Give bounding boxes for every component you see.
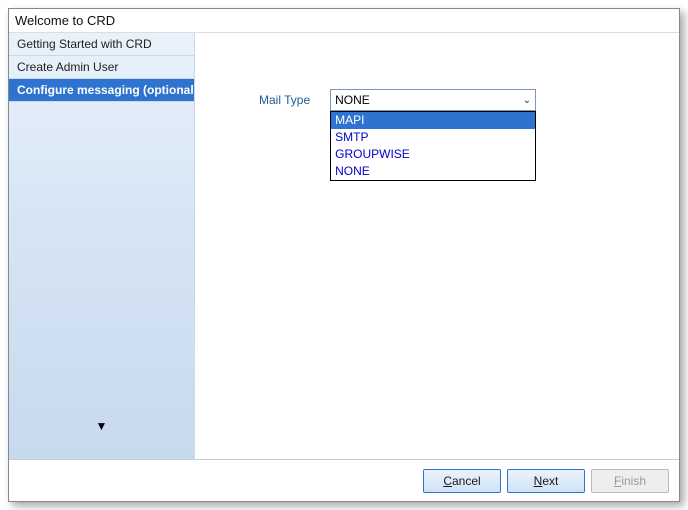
body: Getting Started with CRD Create Admin Us…	[9, 33, 679, 459]
sidebar-item-getting-started[interactable]: Getting Started with CRD	[9, 33, 194, 56]
cancel-label-rest: ancel	[452, 474, 481, 488]
sidebar-item-create-admin-user[interactable]: Create Admin User	[9, 56, 194, 79]
mail-type-option[interactable]: NONE	[331, 163, 535, 180]
sidebar-expand-icon[interactable]: ▼	[96, 419, 108, 433]
sidebar: Getting Started with CRD Create Admin Us…	[9, 33, 195, 459]
main-panel: Mail Type NONE ⌄ MAPI SMTP GROUPWISE NON…	[195, 33, 679, 459]
mail-type-label: Mail Type	[259, 93, 310, 107]
mail-type-dropdown: MAPI SMTP GROUPWISE NONE	[330, 111, 536, 181]
footer: Cancel Next Finish	[9, 459, 679, 501]
mail-type-option[interactable]: GROUPWISE	[331, 146, 535, 163]
mail-type-combo-wrap: NONE ⌄ MAPI SMTP GROUPWISE NONE	[330, 89, 536, 111]
sidebar-item-label: Configure messaging (optional)	[17, 83, 194, 97]
next-button[interactable]: Next	[507, 469, 585, 493]
next-label-rest: ext	[542, 474, 558, 488]
finish-button: Finish	[591, 469, 669, 493]
mail-type-option[interactable]: SMTP	[331, 129, 535, 146]
title-bar: Welcome to CRD	[9, 9, 679, 33]
cancel-button[interactable]: Cancel	[423, 469, 501, 493]
mail-type-combobox[interactable]: NONE ⌄	[330, 89, 536, 111]
sidebar-item-configure-messaging[interactable]: Configure messaging (optional)	[9, 79, 194, 102]
window-title: Welcome to CRD	[15, 13, 115, 28]
mail-type-option[interactable]: MAPI	[331, 112, 535, 129]
finish-label-rest: inish	[621, 474, 646, 488]
sidebar-item-label: Getting Started with CRD	[17, 37, 152, 51]
sidebar-item-label: Create Admin User	[17, 60, 118, 74]
wizard-window: Welcome to CRD Getting Started with CRD …	[8, 8, 680, 502]
mail-type-row: Mail Type NONE ⌄ MAPI SMTP GROUPWISE NON…	[259, 89, 536, 111]
chevron-down-icon: ⌄	[523, 95, 531, 106]
mail-type-value: NONE	[335, 93, 370, 107]
